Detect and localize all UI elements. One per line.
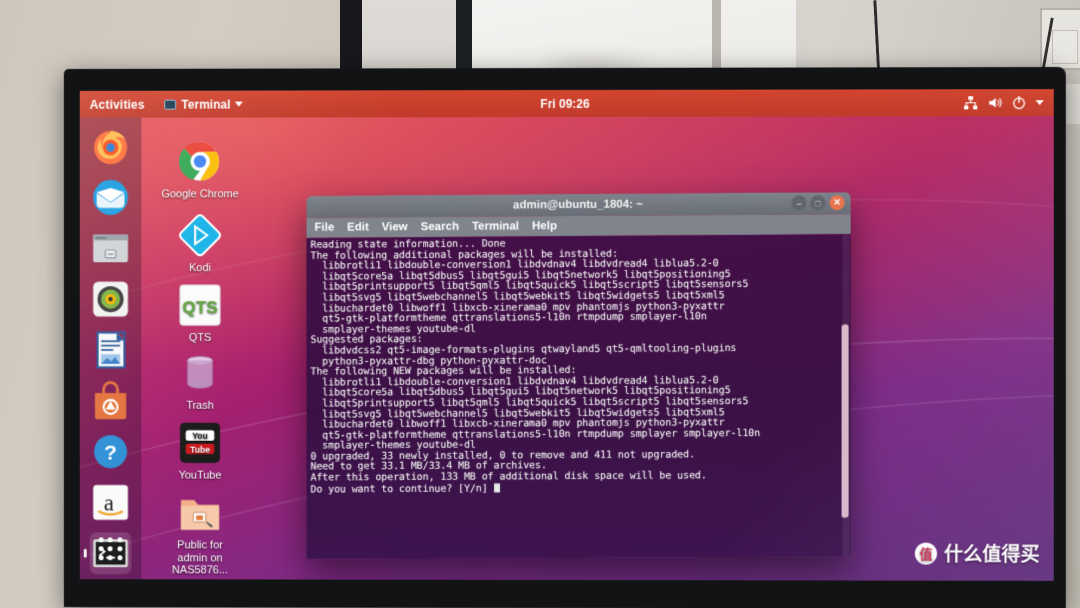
terminal-scrollbar[interactable] [841,234,850,557]
ubuntu-software-icon [94,380,127,420]
menu-help[interactable]: Help [532,220,557,232]
kodi-icon [179,214,222,257]
grid-dot [117,545,123,551]
show-applications-button[interactable] [94,531,128,565]
menu-terminal[interactable]: Terminal [472,220,519,232]
gnome-top-bar: Activities Terminal Fri 09:26 [79,89,1054,118]
desktop-icon-public-share[interactable]: Public for admin on NAS5876... [151,490,248,578]
monitor: Activities Terminal Fri 09:26 ? a Google… [63,66,1066,608]
grid-dot [98,554,104,560]
svg-text:QTS: QTS [182,297,217,317]
tray-chevron-down-icon[interactable] [1035,100,1044,106]
rhythmbox-icon [93,281,128,317]
terminal-cursor [493,483,500,493]
monitor-bezel: Activities Terminal Fri 09:26 ? a Google… [79,89,1054,581]
files-icon [93,235,129,264]
ubuntu-desktop: Activities Terminal Fri 09:26 ? a Google… [79,89,1054,581]
libreoffice-writer-icon [90,329,132,371]
system-tray[interactable] [963,95,1044,110]
chrome-icon [179,142,220,182]
close-button[interactable]: ✕ [829,195,845,211]
desktop-icon-label: QTS [188,332,212,344]
menu-search[interactable]: Search [421,221,459,233]
network-icon[interactable] [963,95,978,110]
trash-icon [177,350,223,396]
desktop-icon-trash[interactable]: Trash [154,350,245,413]
desktop-icon-qts[interactable]: QTS QTS [154,282,245,344]
watermark: 值 什么值得买 [914,540,1040,567]
dock-item-thunderbird[interactable] [90,177,132,219]
grid-dot [98,536,104,542]
svg-text:?: ? [104,441,117,464]
amazon-icon: a [90,484,132,520]
dock-item-firefox[interactable] [90,126,132,168]
menu-view[interactable]: View [382,221,408,233]
photo-scene: Activities Terminal Fri 09:26 ? a Google… [0,0,1080,608]
thunderbird-icon [93,180,129,216]
terminal-output: Reading state information... Done The fo… [310,237,844,495]
dock-item-libreoffice-writer[interactable] [90,329,132,371]
grid-dot [108,536,114,542]
activities-button[interactable]: Activities [90,97,145,111]
desktop-icon-label: Google Chrome [161,188,239,201]
dock-item-help[interactable]: ? [90,431,132,473]
desktop-icon-label: Public for admin on NAS5876... [172,539,228,577]
svg-text:a: a [104,490,114,515]
dock-item-amazon[interactable]: a [90,481,132,523]
desktop-icon-kodi[interactable]: Kodi [154,212,245,275]
help-icon: ? [94,435,128,469]
svg-text:You: You [192,431,208,441]
dock-item-rhythmbox[interactable] [90,278,132,320]
menu-file[interactable]: File [314,222,334,234]
minimize-button[interactable]: – [791,195,807,211]
ubuntu-dock: ? a [79,117,142,580]
terminal-output-text: Reading state information... Done The fo… [310,238,761,495]
grid-dot [117,554,123,560]
dock-item-ubuntu-software[interactable] [90,380,132,422]
terminal-titlebar[interactable]: admin@ubuntu_1804: ~ – □ ✕ [306,192,851,218]
youtube-icon: You Tube [179,422,221,463]
app-menu-label: Terminal [181,97,231,112]
watermark-text: 什么值得买 [944,544,1040,566]
window-controls: – □ ✕ [791,195,845,211]
firefox-icon [94,131,128,165]
watermark-badge: 值 [914,542,938,565]
network-folder-icon [180,500,220,536]
grid-dot [108,545,114,551]
desktop-icon-label: Kodi [189,262,211,275]
grid-dot [108,554,114,560]
terminal-window[interactable]: admin@ubuntu_1804: ~ – □ ✕ File Edit Vie… [306,192,851,560]
grid-dot [117,536,123,542]
terminal-scroll-thumb[interactable] [841,324,849,519]
terminal-title: admin@ubuntu_1804: ~ [513,198,643,212]
grid-dot [98,545,104,551]
chevron-down-icon [235,101,244,107]
volume-icon[interactable] [987,95,1002,110]
menu-edit[interactable]: Edit [347,221,369,233]
app-menu-terminal[interactable]: Terminal [164,97,244,112]
dock-item-files[interactable] [90,227,132,269]
terminal-body[interactable]: Reading state information... Done The fo… [306,234,851,560]
qts-icon: QTS [180,285,222,327]
desktop-icon-google-chrome[interactable]: Google Chrome [154,138,245,201]
maximize-button[interactable]: □ [810,195,826,211]
terminal-icon [164,99,177,110]
desktop-icon-label: Trash [186,399,214,412]
svg-text:Tube: Tube [190,444,210,454]
desktop-icon-label: YouTube [178,469,222,482]
desktop-icon-youtube[interactable]: You Tube YouTube [154,420,245,483]
power-icon[interactable] [1011,95,1026,110]
